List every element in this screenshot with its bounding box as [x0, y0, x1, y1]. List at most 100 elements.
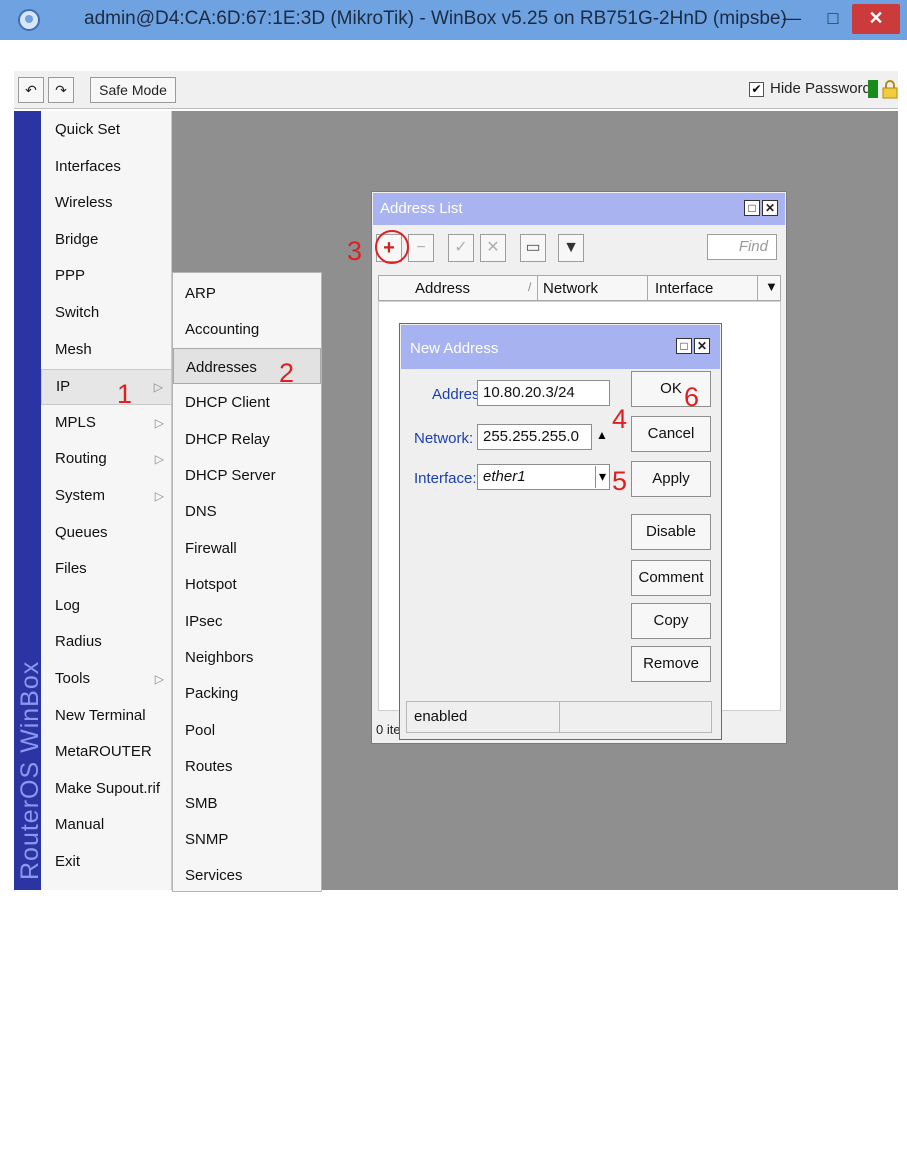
- annotation-5: 5: [612, 466, 628, 496]
- sidebar-item-label: Make Supout.rif: [55, 779, 161, 797]
- column-header-address[interactable]: Address: [415, 280, 470, 297]
- sidebar-item-exit[interactable]: Exit: [41, 845, 172, 881]
- comment-button[interactable]: Comment: [631, 560, 711, 596]
- annotation-6: 6: [684, 382, 700, 412]
- submenu-item-accounting[interactable]: Accounting: [173, 311, 321, 347]
- sidebar-item-make-supout-rif[interactable]: Make Supout.rif: [41, 772, 172, 808]
- submenu-item-services[interactable]: Services: [173, 857, 321, 893]
- sidebar-item-wireless[interactable]: Wireless: [41, 186, 172, 222]
- sidebar-item-mpls[interactable]: MPLS ▷: [41, 406, 172, 442]
- sidebar-item-label: Exit: [55, 853, 81, 870]
- address-list-maximize-button[interactable]: □: [744, 200, 760, 216]
- disable-icon[interactable]: ✕: [480, 234, 506, 262]
- sidebar-item-label: Radius: [55, 633, 102, 651]
- new-address-maximize-button[interactable]: □: [676, 338, 692, 354]
- interface-select[interactable]: ether1: [477, 464, 610, 490]
- apply-button[interactable]: Apply: [631, 461, 711, 497]
- annotation-2: 2: [279, 358, 295, 388]
- sidebar-item-label: MetaROUTER: [55, 743, 152, 761]
- window-title: admin@D4:CA:6D:67:1E:3D (MikroTik) - Win…: [84, 8, 787, 29]
- sidebar-item-manual[interactable]: Manual: [41, 808, 172, 844]
- cancel-button[interactable]: Cancel: [631, 416, 711, 452]
- sidebar-item-mesh[interactable]: Mesh: [41, 333, 172, 369]
- winbox-app-icon: [18, 9, 40, 31]
- hide-passwords-checkbox[interactable]: ✔: [749, 82, 764, 97]
- filter-icon[interactable]: ▼: [558, 234, 584, 262]
- submenu-item-arp[interactable]: ARP: [173, 275, 321, 311]
- sidebar-item-metarouter[interactable]: MetaROUTER: [41, 735, 172, 771]
- submenu-item-routes[interactable]: Routes: [173, 748, 321, 784]
- sidebar-item-ppp[interactable]: PPP: [41, 259, 172, 295]
- column-menu-icon[interactable]: ▼: [765, 279, 778, 294]
- comment-icon[interactable]: ▭: [520, 234, 546, 262]
- sidebar-item-label: MPLS: [55, 413, 96, 431]
- new-address-close-button[interactable]: ✕: [694, 338, 710, 354]
- interface-dropdown-icon[interactable]: ▾: [595, 466, 609, 488]
- submenu-item-pool[interactable]: Pool: [173, 712, 321, 748]
- sidebar-item-queues[interactable]: Queues: [41, 516, 172, 552]
- sidebar-item-routing[interactable]: Routing ▷: [41, 442, 172, 478]
- submenu-arrow-icon: ▷: [153, 380, 163, 395]
- remove-icon[interactable]: −: [408, 234, 434, 262]
- sidebar-item-quick-set[interactable]: Quick Set: [41, 113, 172, 149]
- submenu-item-packing[interactable]: Packing: [173, 675, 321, 711]
- sidebar-item-radius[interactable]: Radius: [41, 625, 172, 661]
- disable-button[interactable]: Disable: [631, 514, 711, 550]
- submenu-item-dns[interactable]: DNS: [173, 493, 321, 529]
- address-list-close-button[interactable]: ✕: [762, 200, 778, 216]
- enable-icon[interactable]: ✓: [448, 234, 474, 262]
- status-divider: [559, 702, 560, 732]
- sidebar-item-label: Switch: [55, 304, 100, 321]
- sidebar-item-label: Log: [55, 596, 81, 614]
- submenu-item-snmp[interactable]: SNMP: [173, 821, 321, 857]
- sidebar-item-bridge[interactable]: Bridge: [41, 223, 172, 259]
- annotation-3-circle: [375, 230, 409, 264]
- sidebar-item-interfaces[interactable]: Interfaces: [41, 150, 172, 186]
- close-button[interactable]: ✕: [852, 4, 900, 34]
- safe-mode-button[interactable]: Safe Mode: [90, 77, 176, 103]
- submenu-item-dhcp-relay[interactable]: DHCP Relay: [173, 421, 321, 457]
- sidebar-menu: Quick Set Interfaces Wireless Bridge PPP Swit…: [41, 111, 172, 890]
- minimize-button[interactable]: —: [770, 4, 814, 34]
- maximize-button[interactable]: □: [816, 4, 850, 34]
- network-label: Network:: [414, 430, 474, 447]
- sidebar-item-label: Quick Set: [55, 121, 121, 138]
- find-input[interactable]: Find: [707, 234, 777, 260]
- submenu-item-dhcp-server[interactable]: DHCP Server: [173, 457, 321, 493]
- redo-icon[interactable]: ↷: [48, 77, 74, 103]
- sidebar-item-tools[interactable]: Tools ▷: [41, 662, 172, 698]
- column-header-interface[interactable]: Interface: [655, 280, 713, 297]
- sidebar-item-label: Tools: [55, 670, 91, 687]
- column-header-network[interactable]: Network: [543, 280, 598, 297]
- undo-icon[interactable]: ↶: [18, 77, 44, 103]
- sidebar-item-new-terminal[interactable]: New Terminal: [41, 699, 172, 735]
- sidebar-item-switch[interactable]: Switch: [41, 296, 172, 332]
- sidebar-item-label: New Terminal: [55, 706, 146, 724]
- submenu-item-smb[interactable]: SMB: [173, 785, 321, 821]
- interface-label: Interface:: [414, 470, 477, 487]
- main-toolbar: ↶ ↷ Safe Mode ✔ Hide Passwords: [14, 71, 898, 109]
- submenu-arrow-icon: ▷: [154, 672, 164, 686]
- copy-button[interactable]: Copy: [631, 603, 711, 639]
- sidebar-item-label: Routing: [55, 450, 107, 468]
- network-toggle-arrow-icon[interactable]: ▲: [596, 428, 608, 442]
- network-field[interactable]: 255.255.255.0: [477, 424, 592, 450]
- item-count-status: 0 ite: [376, 722, 401, 737]
- submenu-item-ipsec[interactable]: IPsec: [173, 603, 321, 639]
- sidebar-item-log[interactable]: Log: [41, 589, 172, 625]
- remove-button[interactable]: Remove: [631, 646, 711, 682]
- sidebar-item-label: Interfaces: [55, 157, 121, 175]
- submenu-item-firewall[interactable]: Firewall: [173, 530, 321, 566]
- sidebar-item-label: Manual: [55, 816, 105, 834]
- submenu-arrow-icon: ▷: [154, 452, 164, 467]
- sidebar-item-system[interactable]: System ▷: [41, 479, 172, 515]
- submenu-item-dhcp-client[interactable]: DHCP Client: [173, 384, 321, 420]
- submenu-item-hotspot[interactable]: Hotspot: [173, 566, 321, 602]
- sidebar-item-files[interactable]: Files: [41, 552, 172, 588]
- sidebar-item-ip[interactable]: IP ▷: [41, 369, 172, 406]
- address-field[interactable]: 10.80.20.3/24: [477, 380, 610, 406]
- sidebar-item-label: PPP: [55, 267, 86, 285]
- submenu-arrow-icon: ▷: [154, 415, 164, 430]
- submenu-item-neighbors[interactable]: Neighbors: [173, 639, 321, 675]
- submenu-item-addresses[interactable]: Addresses: [173, 347, 321, 384]
